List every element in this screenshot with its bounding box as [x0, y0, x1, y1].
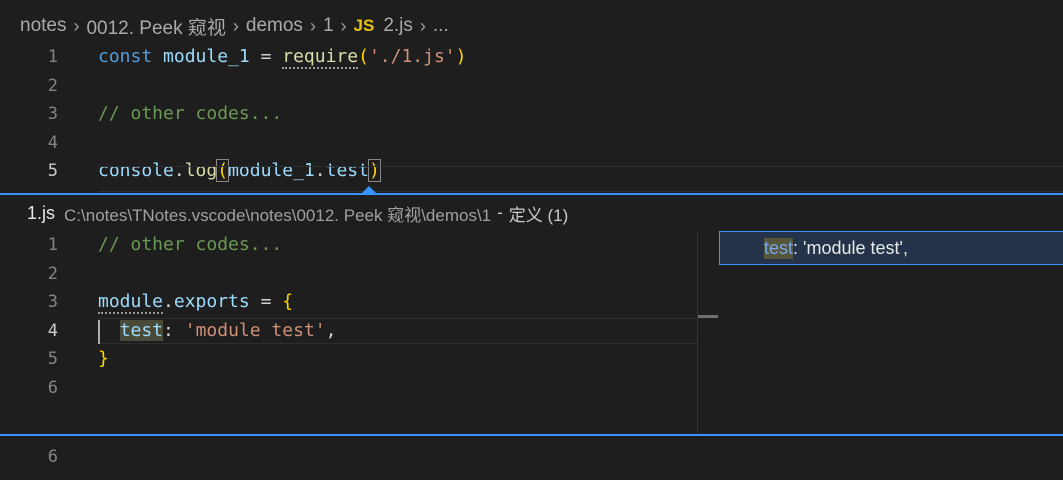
reference-match: test [764, 237, 794, 259]
chevron-right-icon: › [340, 15, 347, 36]
line-number: 3 [47, 104, 58, 124]
code-token: . [163, 291, 174, 312]
peek-file-name[interactable]: 1.js [27, 203, 55, 224]
code-token: // other codes... [98, 234, 283, 255]
peek-bottom-border [0, 434, 1063, 436]
line-number: 2 [47, 75, 58, 96]
editor-line: 6 [0, 443, 1063, 471]
line-number: 4 [47, 132, 58, 153]
peek-current-line-highlight [98, 318, 718, 344]
code-token: // other codes... [98, 103, 283, 124]
code-token: } [98, 348, 109, 369]
breadcrumb-item-peek[interactable]: 0012. Peek 窥视 [86, 13, 225, 40]
line-number: 4 [47, 320, 58, 341]
code-text: // other codes... [98, 231, 282, 259]
chevron-right-icon: › [232, 15, 239, 36]
peek-separator: - [497, 203, 503, 222]
peek-references-pane: test: 'module test', [697, 231, 1063, 434]
reference-text: : 'module test', [793, 237, 908, 258]
text-cursor [98, 320, 100, 344]
line-number: 1 [47, 47, 58, 67]
code-text: module.exports = { [98, 288, 293, 316]
code-line[interactable]: 1 const module_1 = require('./1.js') [0, 43, 1063, 71]
chevron-right-icon: › [309, 15, 316, 36]
reference-item[interactable]: test: 'module test', [719, 231, 1063, 265]
code-token: { [282, 291, 294, 312]
peek-arrow-icon [361, 186, 377, 194]
breadcrumb-item-demos[interactable]: demos [246, 15, 303, 37]
breadcrumb-overflow[interactable]: ... [433, 15, 449, 37]
code-text: } [98, 345, 109, 373]
line-number: 1 [47, 235, 58, 255]
peek-definition-label: 定义 (1) [508, 205, 569, 225]
javascript-file-icon: JS [353, 16, 375, 35]
chevron-right-icon: › [419, 15, 426, 36]
code-line[interactable]: 4 [0, 129, 1063, 157]
code-line[interactable]: 3 // other codes... [0, 100, 1063, 128]
code-token: module_1 [163, 46, 250, 67]
line-number: 5 [47, 349, 58, 369]
code-token: module [98, 291, 164, 314]
breadcrumb-file-name[interactable]: 2.js [383, 15, 413, 37]
code-text: // other codes... [98, 100, 282, 128]
current-line-highlight [98, 166, 1063, 192]
code-token: ) [455, 46, 467, 67]
code-token: require [282, 46, 359, 69]
code-token: ( [358, 46, 369, 67]
scrollbar-thumb[interactable] [698, 315, 718, 318]
code-token: exports [173, 291, 250, 312]
code-token: = [249, 291, 283, 312]
code-line[interactable]: 2 [0, 72, 1063, 100]
code-text: const module_1 = require('./1.js') [98, 43, 467, 71]
line-number: 6 [47, 447, 58, 467]
line-number: 5 [47, 161, 58, 181]
code-token: const [98, 46, 164, 67]
code-token: = [249, 46, 283, 67]
chevron-right-icon: › [73, 15, 80, 36]
peek-header: 1.js C:\notes\TNotes.vscode\notes\0012. … [0, 195, 1063, 231]
code-token: './1.js' [368, 46, 456, 67]
line-number: 2 [47, 263, 58, 284]
line-number: 6 [47, 377, 58, 398]
peek-file-path: C:\notes\TNotes.vscode\notes\0012. Peek … [64, 205, 492, 225]
breadcrumb-item-notes[interactable]: notes [20, 15, 66, 37]
line-number: 3 [47, 292, 58, 312]
breadcrumb-item-1[interactable]: 1 [323, 15, 334, 37]
